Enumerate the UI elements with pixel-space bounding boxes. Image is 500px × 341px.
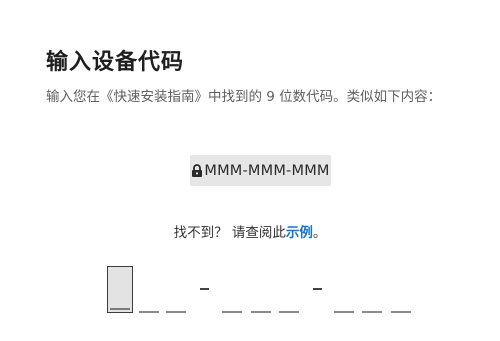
group-separator-1 — [200, 288, 209, 290]
code-digit-7[interactable] — [334, 311, 354, 313]
code-digit-6[interactable] — [279, 311, 299, 313]
example-link[interactable]: 示例 — [286, 225, 313, 241]
code-digit-4[interactable] — [222, 311, 242, 313]
help-prefix: 找不到？ 请查阅此 — [173, 225, 286, 241]
help-suffix: 。 — [312, 225, 327, 241]
page-title: 输入设备代码 — [46, 50, 185, 75]
code-digit-8[interactable] — [362, 311, 382, 313]
help-text: 找不到？ 请查阅此示例。 — [0, 221, 500, 241]
lock-icon — [192, 164, 203, 177]
group-separator-2 — [313, 288, 322, 290]
code-digit-3[interactable] — [166, 311, 186, 313]
code-digit-9[interactable] — [391, 311, 411, 313]
example-code-badge: MMM-MMM-MMM — [190, 155, 331, 186]
instructions-text: 输入您在《快速安装指南》中找到的 9 位数代码。类似如下内容： — [46, 89, 442, 105]
code-digit-2[interactable] — [139, 311, 159, 313]
code-digit-5[interactable] — [251, 311, 271, 313]
code-digit-1[interactable] — [107, 266, 133, 313]
example-code: MMM-MMM-MMM — [204, 162, 330, 179]
